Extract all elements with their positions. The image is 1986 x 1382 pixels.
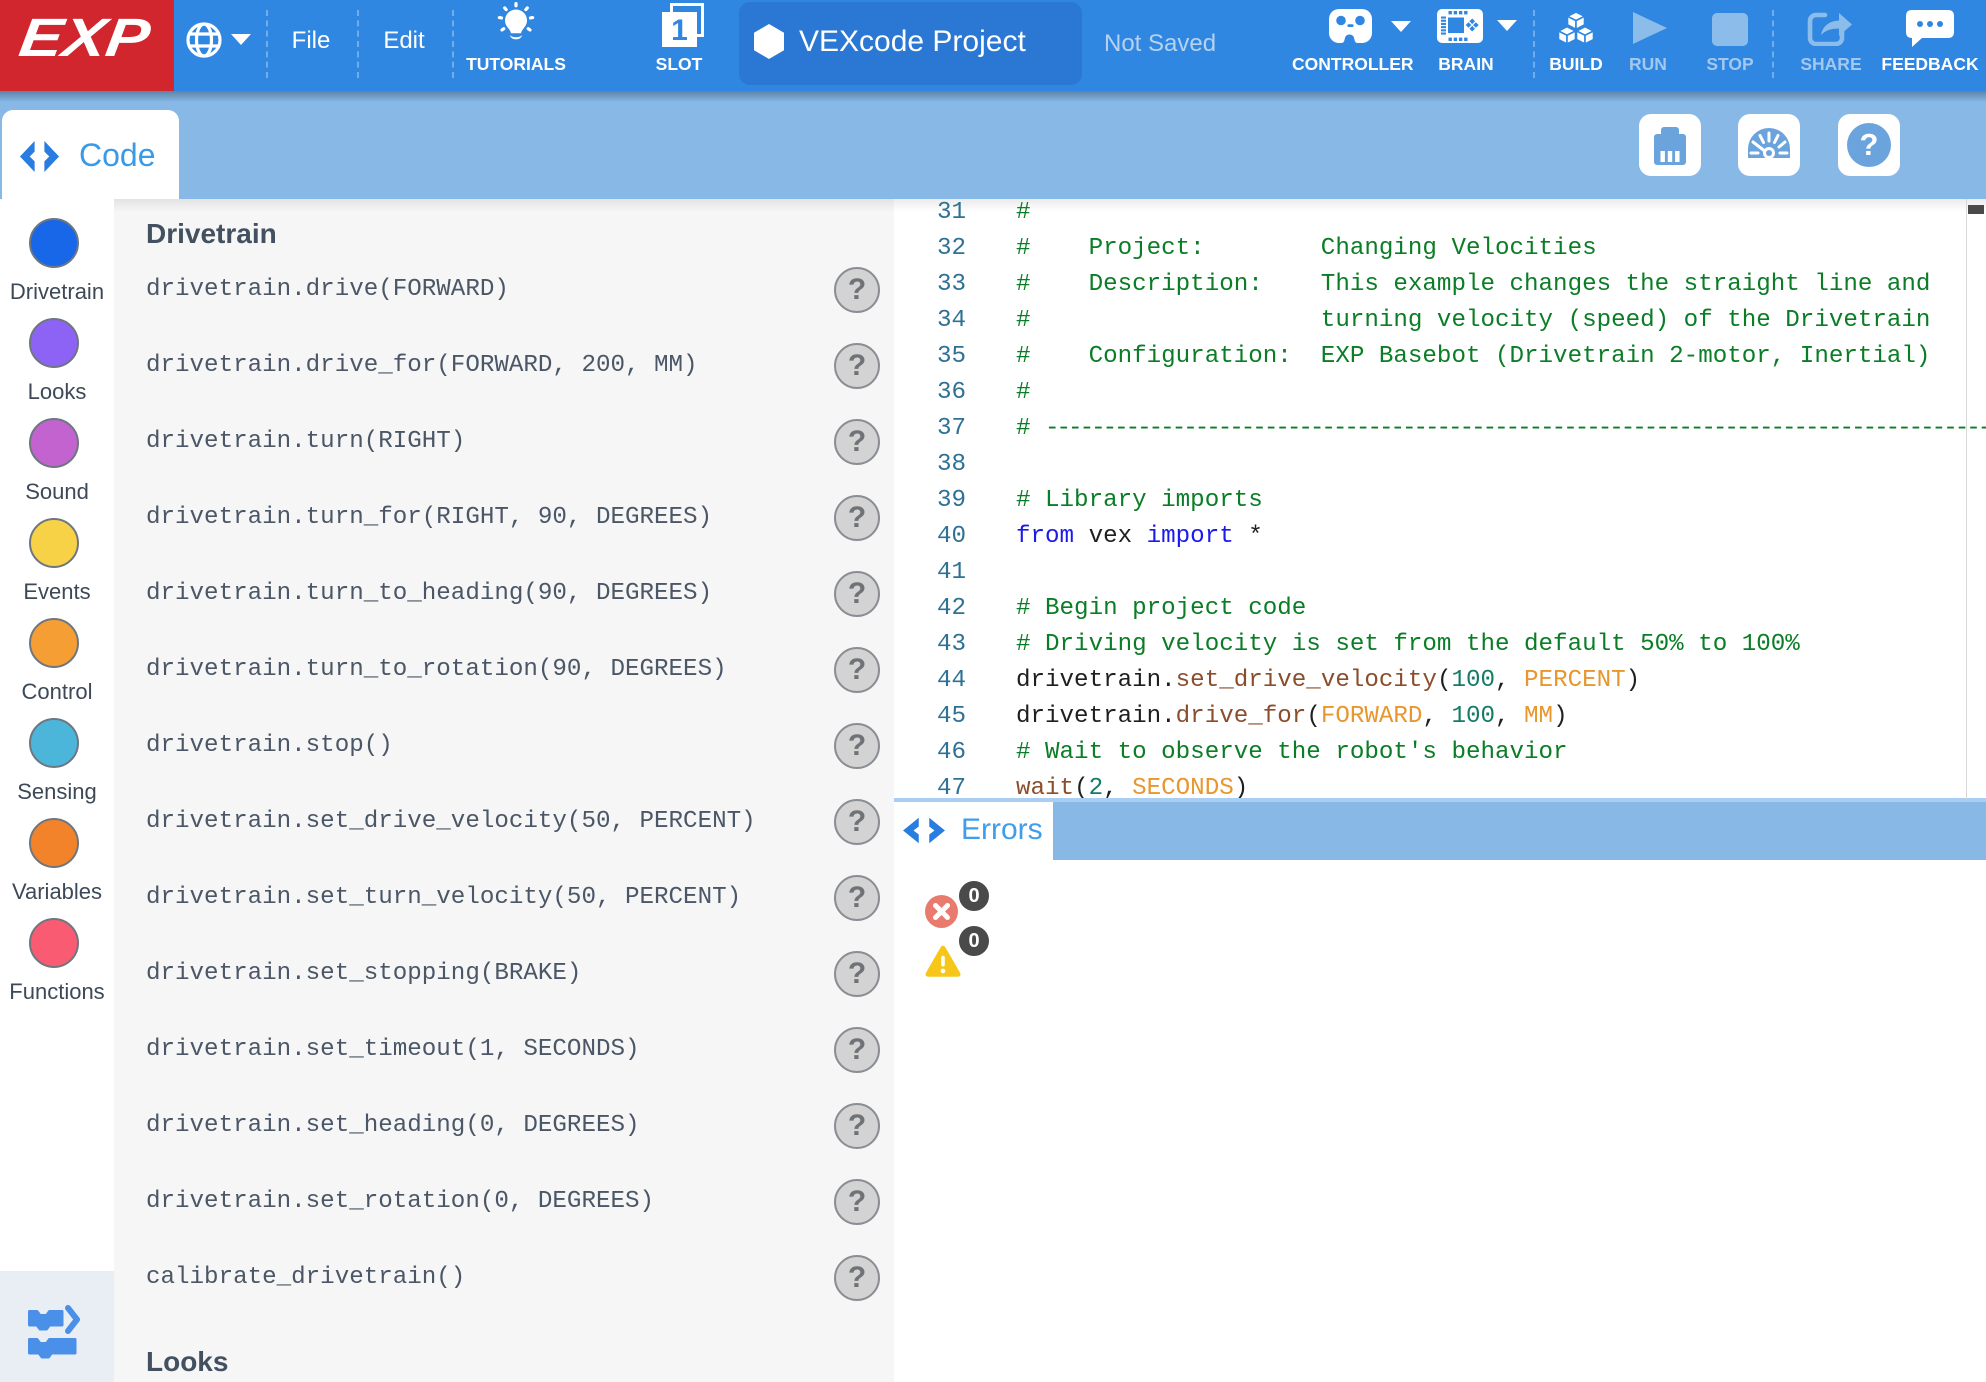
svg-text:1: 1 <box>671 14 688 47</box>
svg-text:?: ? <box>1860 127 1879 162</box>
